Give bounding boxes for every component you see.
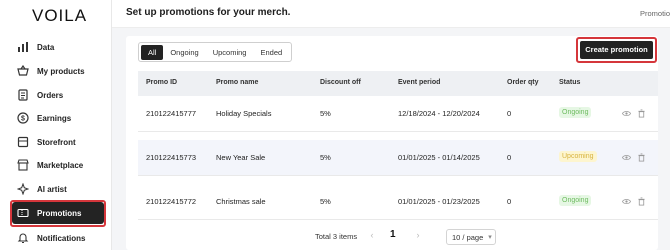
view-icon[interactable] — [621, 152, 631, 162]
page-size-value: 10 / page — [452, 232, 484, 242]
table-row[interactable]: 210122415772 Christmas sale 5% 01/01/202… — [138, 184, 658, 220]
sidebar-item-earnings[interactable]: $ Earnings — [12, 107, 104, 129]
promotions-card: All Ongoing Upcoming Ended Create promot… — [126, 36, 658, 250]
svg-text:$: $ — [21, 116, 25, 123]
sidebar-item-label: Orders — [37, 90, 64, 100]
status-badge: Ongoing — [559, 195, 592, 206]
sidebar-item-label: AI artist — [37, 184, 67, 194]
sparkle-icon — [16, 182, 30, 196]
table-header: Promo ID Promo name Discount off Event p… — [138, 71, 658, 96]
sidebar-item-label: Storefront — [37, 137, 76, 147]
sidebar-item-label: Marketplace — [37, 160, 84, 170]
sidebar-item-storefront[interactable]: Storefront — [12, 131, 104, 153]
basket-icon — [16, 64, 30, 78]
tab-ended[interactable]: Ended — [253, 45, 289, 60]
sidebar-item-orders[interactable]: Orders — [12, 84, 104, 106]
event-period-cell: 01/01/2025 - 01/23/2025 — [398, 197, 480, 206]
create-promotion-button[interactable]: Create promotion — [580, 41, 653, 59]
status-badge: Ongoing — [559, 107, 592, 118]
discount-cell: 5% — [320, 153, 331, 162]
sidebar-item-marketplace[interactable]: Marketplace — [12, 154, 104, 176]
delete-icon[interactable] — [636, 152, 646, 162]
promo-name-cell: Holiday Specials — [216, 109, 272, 118]
column-promo-name: Promo name — [216, 79, 259, 86]
sidebar-item-data[interactable]: Data — [12, 36, 104, 58]
voila-logo[interactable]: VOILA — [32, 6, 87, 26]
prev-page-icon[interactable]: ‹ — [367, 230, 377, 242]
sidebar-item-label: My products — [37, 66, 85, 76]
shop-icon — [16, 158, 30, 172]
main-content: All Ongoing Upcoming Ended Create promot… — [112, 28, 670, 250]
table-row[interactable]: 210122415777 Holiday Specials 5% 12/18/2… — [138, 96, 658, 132]
order-qty-cell: 0 — [507, 153, 512, 162]
bell-icon — [16, 231, 30, 245]
status-filter-tabs: All Ongoing Upcoming Ended — [138, 42, 293, 62]
top-bar: Set up promotions for your merch. Promot… — [112, 0, 670, 28]
page-title: Set up promotions for your merch. — [126, 7, 291, 18]
event-period-cell: 12/18/2024 - 12/20/2024 — [398, 109, 480, 118]
dollar-icon: $ — [16, 111, 30, 125]
current-page[interactable]: 1 — [390, 229, 396, 240]
promo-id-cell: 210122415772 — [146, 197, 197, 206]
column-discount-off: Discount off — [320, 79, 361, 86]
status-badge: Upcoming — [559, 151, 597, 162]
page-size-select[interactable]: 10 / page ▾ — [446, 229, 496, 245]
clipboard-icon — [16, 88, 30, 102]
column-promo-id: Promo ID — [146, 79, 178, 86]
sidebar-item-label: Notifications — [37, 233, 86, 243]
breadcrumb[interactable]: Promotio — [640, 9, 670, 18]
promo-name-cell: Christmas sale — [216, 197, 266, 206]
promo-id-cell: 210122415777 — [146, 109, 197, 118]
discount-cell: 5% — [320, 197, 331, 206]
delete-icon[interactable] — [636, 108, 646, 118]
sidebar: VOILA Data My products Orders $ Earnings… — [0, 0, 112, 250]
tab-upcoming[interactable]: Upcoming — [206, 45, 254, 60]
sidebar-item-notifications[interactable]: Notifications — [12, 227, 104, 249]
view-icon[interactable] — [621, 196, 631, 206]
column-status: Status — [559, 79, 581, 86]
column-order-qty: Order qty — [507, 79, 539, 86]
total-items: Total 3 items — [315, 232, 358, 241]
bar-chart-icon — [16, 40, 30, 54]
tab-ongoing[interactable]: Ongoing — [163, 45, 205, 60]
sidebar-item-label: Earnings — [37, 113, 72, 123]
promo-id-cell: 210122415773 — [146, 153, 197, 162]
order-qty-cell: 0 — [507, 109, 512, 118]
delete-icon[interactable] — [636, 196, 646, 206]
chevron-down-icon: ▾ — [488, 234, 492, 241]
store-icon — [16, 135, 30, 149]
promotions-highlight — [10, 200, 106, 227]
table-row[interactable]: 210122415773 New Year Sale 5% 01/01/2025… — [138, 140, 658, 176]
sidebar-item-label: Data — [37, 42, 55, 52]
sidebar-item-ai-artist[interactable]: AI artist — [12, 178, 104, 200]
event-period-cell: 01/01/2025 - 01/14/2025 — [398, 153, 480, 162]
next-page-icon[interactable]: › — [413, 230, 423, 242]
tab-all[interactable]: All — [141, 44, 164, 60]
view-icon[interactable] — [621, 108, 631, 118]
promo-name-cell: New Year Sale — [216, 153, 266, 162]
order-qty-cell: 0 — [507, 197, 512, 206]
column-event-period: Event period — [398, 79, 441, 86]
discount-cell: 5% — [320, 109, 331, 118]
sidebar-item-my-products[interactable]: My products — [12, 60, 104, 82]
